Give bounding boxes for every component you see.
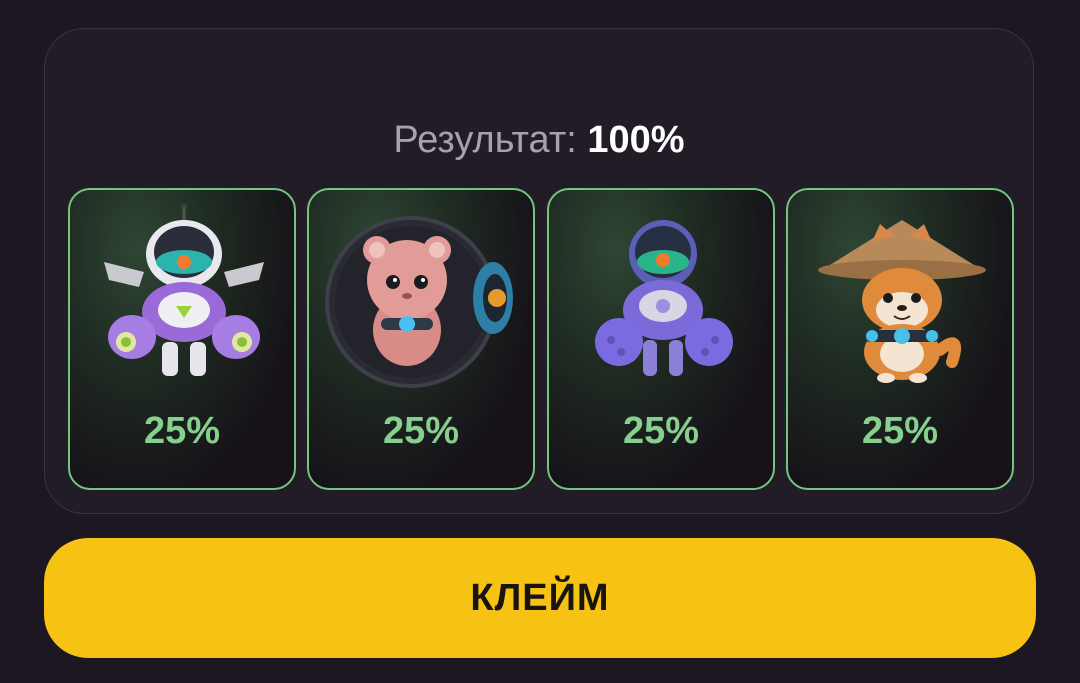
card-robot-astronaut-purple[interactable]: 25% — [547, 188, 775, 490]
card-robot-astronaut[interactable]: 25% — [68, 188, 296, 490]
card-percent: 25% — [143, 410, 221, 452]
card-shiba-hat-dog[interactable]: 25% — [786, 188, 1014, 490]
result-label: Результат: — [393, 119, 577, 161]
result-value: 100% — [587, 119, 685, 161]
card-percent: 25% — [861, 410, 939, 452]
shiba-hat-dog-image — [818, 220, 986, 383]
hamster-ball-image — [325, 216, 513, 388]
card-percent: 25% — [382, 410, 460, 452]
card-hamster-ball[interactable]: 25% — [307, 188, 535, 490]
card-percent: 25% — [622, 410, 700, 452]
result-heading: Результат: 100% — [45, 121, 1033, 159]
robot-astronaut-purple-image — [595, 220, 733, 376]
robot-astronaut-image — [104, 204, 264, 376]
claim-button[interactable]: КЛЕЙМ — [44, 538, 1036, 658]
